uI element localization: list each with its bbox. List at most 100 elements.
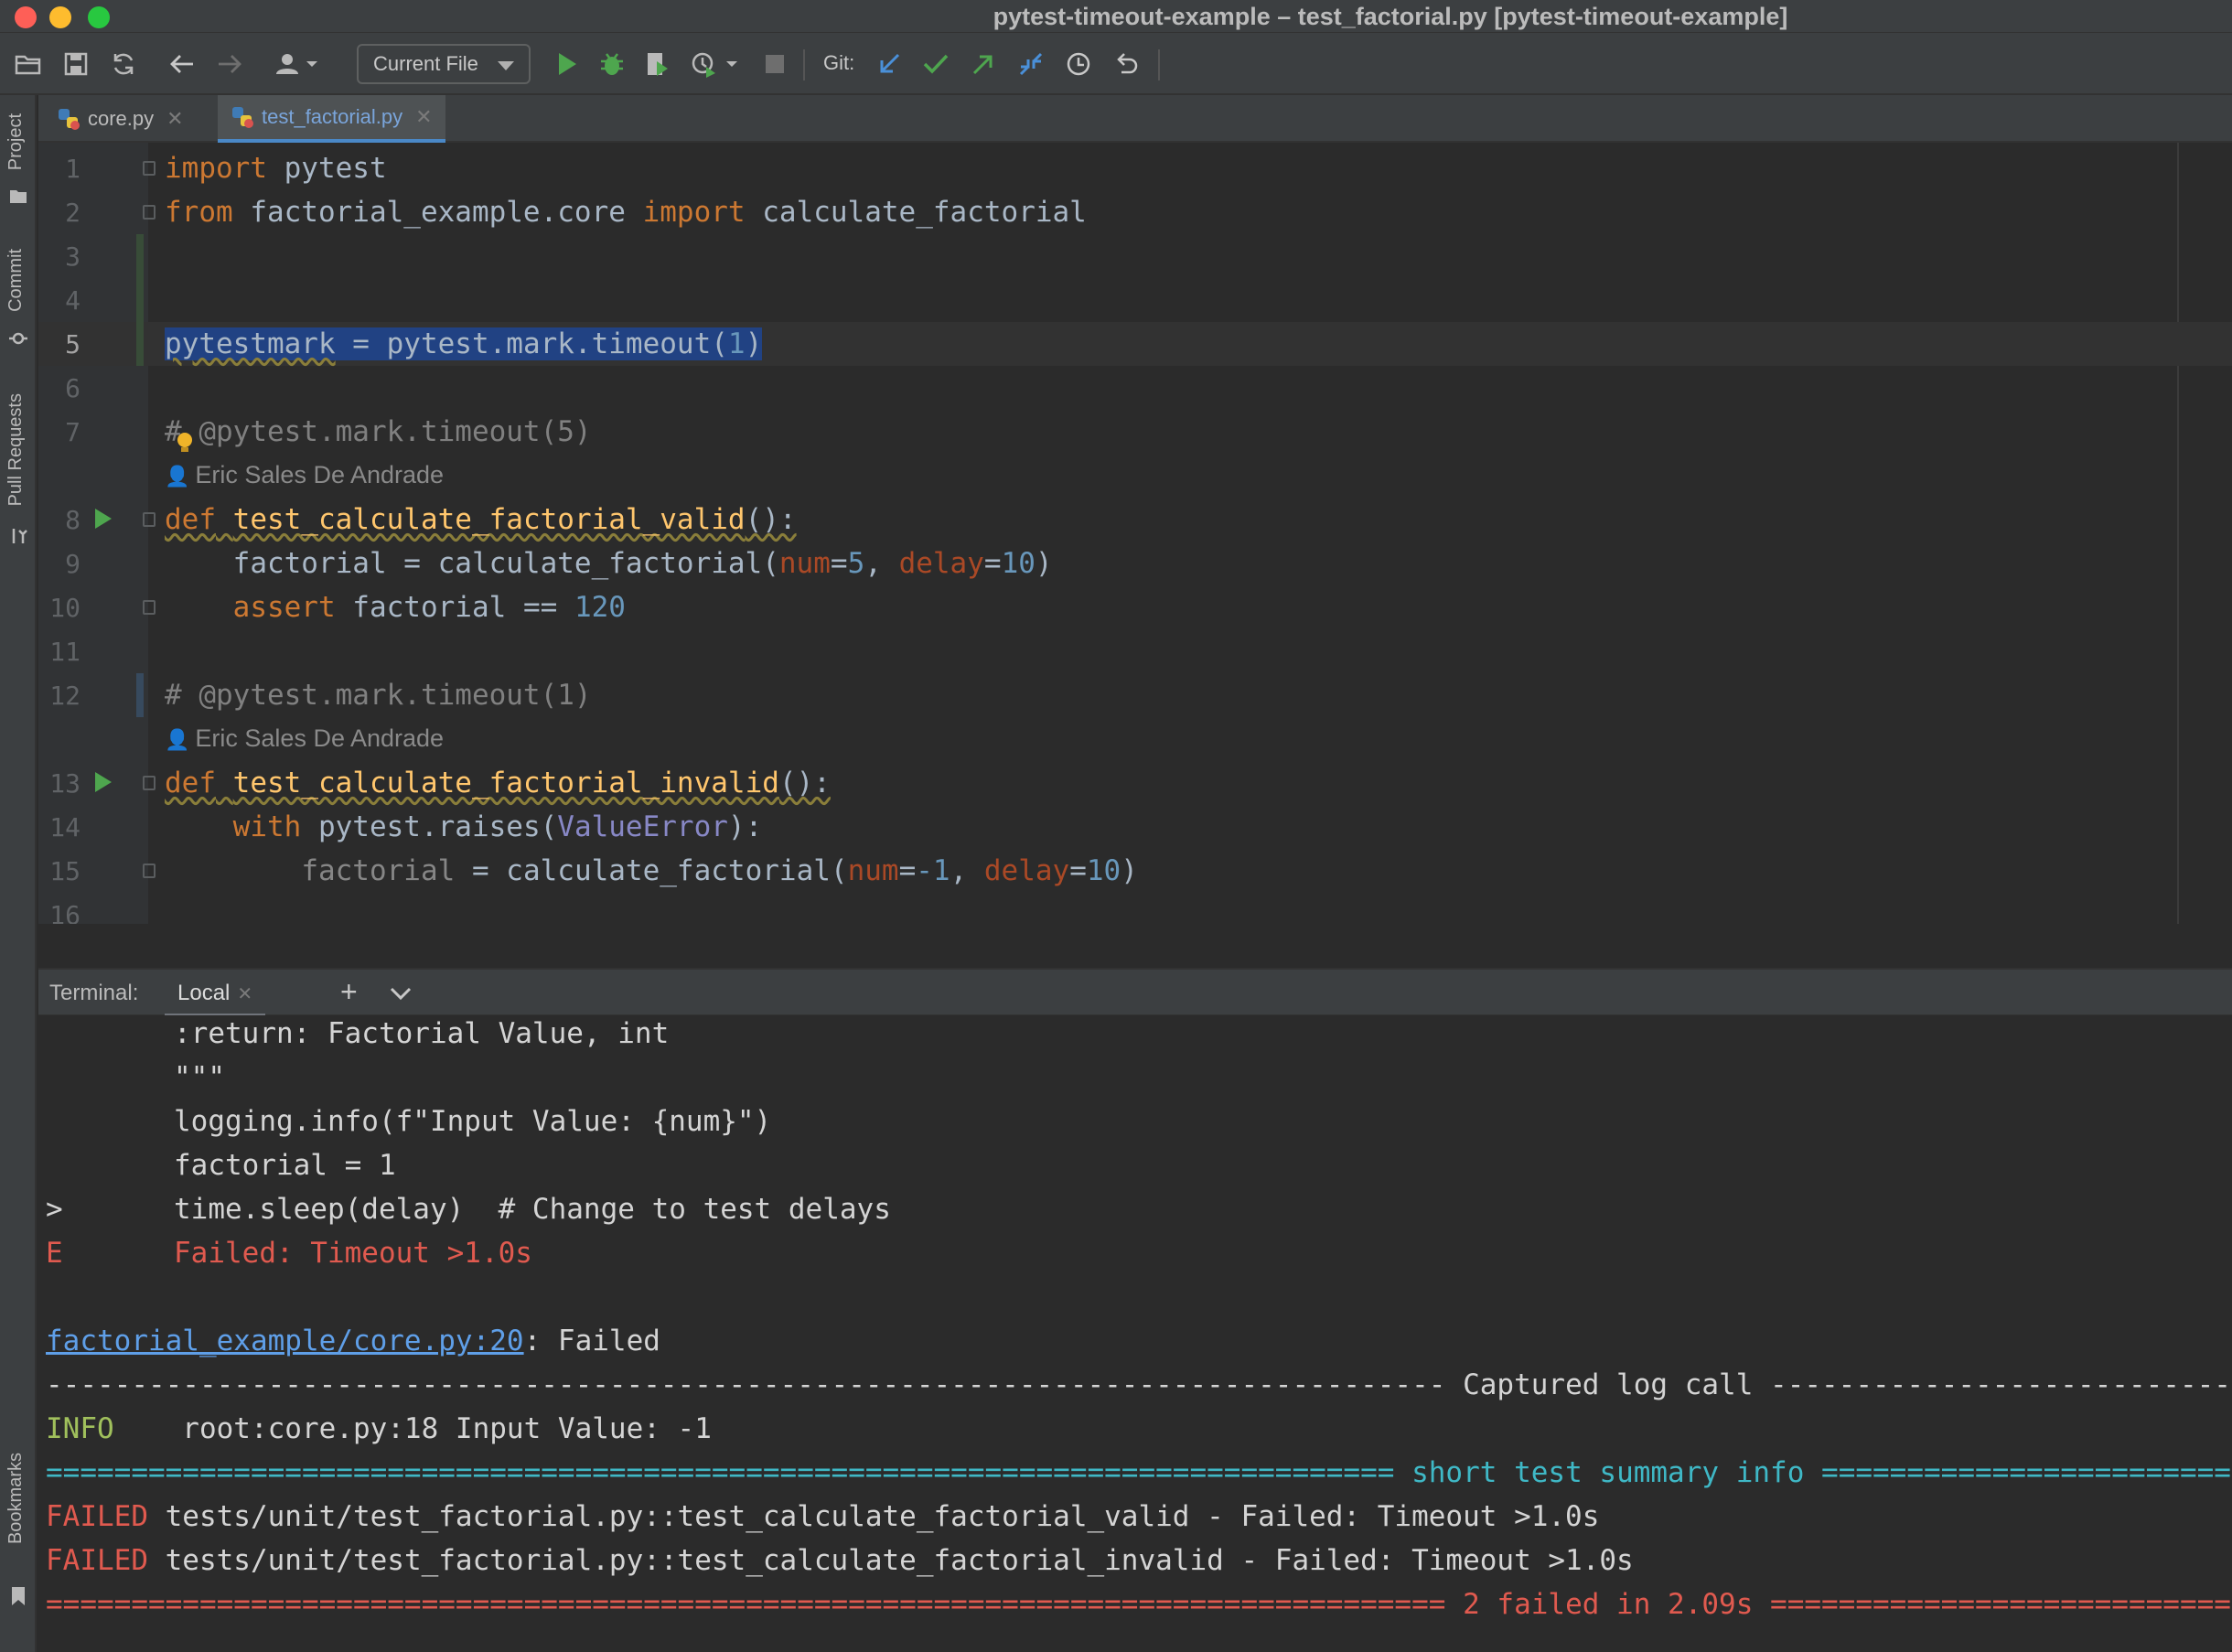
code-line: 10 assert factorial == 120 — [38, 585, 2232, 629]
terminal-text: : Failed — [523, 1325, 660, 1357]
code-comment: # @pytest.mark.timeout(1) — [165, 679, 592, 712]
chevron-down-icon[interactable] — [390, 986, 412, 1001]
run-configuration-select[interactable]: Current File — [357, 44, 531, 84]
summary-separator: ========================================… — [46, 1456, 2232, 1489]
author-hint[interactable]: 👤 Eric Sales De Andrade — [165, 724, 444, 753]
code-line: 6 — [38, 366, 2232, 410]
fold-marker-icon[interactable] — [143, 161, 156, 176]
terminal-line: :return: Factorial Value, int — [46, 1017, 669, 1050]
terminal-text: 2 failed in 2.09s — [1445, 1588, 1771, 1621]
sync-icon[interactable] — [108, 48, 139, 80]
coverage-icon[interactable] — [642, 48, 673, 80]
code-token: calculate_factorial — [745, 196, 1087, 229]
pull-request-icon — [9, 527, 27, 545]
code-token: ) — [1035, 547, 1053, 580]
project-tool-tab[interactable]: Project — [5, 113, 27, 170]
history-icon[interactable] — [1063, 48, 1094, 80]
code-token: with — [165, 810, 302, 843]
save-all-icon[interactable] — [60, 48, 91, 80]
terminal-text: root:core.py:18 Input Value: -1 — [113, 1412, 712, 1445]
code-token: 10 — [1001, 547, 1036, 580]
code-token: factorial = calculate_factorial( — [165, 547, 779, 580]
code-token: 5 — [847, 547, 865, 580]
code-token: = — [983, 547, 1002, 580]
code-token: pytest — [266, 152, 387, 185]
terminal-text: factorial = 1 — [174, 1149, 396, 1182]
fold-marker-icon[interactable] — [143, 600, 156, 615]
user-dropdown-icon[interactable] — [273, 48, 324, 80]
code-editor[interactable]: 1 import pytest 2 from factorial_example… — [38, 143, 2232, 924]
close-tab-icon[interactable]: ✕ — [166, 107, 183, 131]
close-tab-icon[interactable]: ✕ — [415, 105, 432, 129]
code-line-current: 5 pytestmark = pytest.mark.timeout(1) — [38, 322, 2232, 366]
debug-icon[interactable] — [596, 48, 628, 80]
code-token: factorial_example.core — [232, 196, 643, 229]
line-number: 3 — [65, 241, 80, 272]
code-token: def — [165, 503, 216, 536]
git-merge-icon[interactable] — [1015, 48, 1046, 80]
forward-arrow-icon[interactable] — [214, 48, 245, 80]
terminal-line: logging.info(f"Input Value: {num}") — [46, 1105, 771, 1138]
code-token: num — [847, 854, 899, 887]
code-line: 1 import pytest — [38, 146, 2232, 190]
commit-tool-tab[interactable]: Commit — [5, 249, 27, 312]
close-tab-icon[interactable]: ✕ — [237, 984, 252, 1004]
code-token: = pytest.mark.timeout( — [335, 327, 728, 360]
terminal-output[interactable]: :return: Factorial Value, int """ loggin… — [38, 1015, 2232, 1652]
profile-dropdown-icon[interactable] — [688, 48, 743, 80]
source-file-link[interactable]: factorial_example/core.py:20 — [46, 1325, 524, 1357]
code-token: = — [1069, 854, 1087, 887]
line-number: 7 — [65, 417, 80, 447]
tab-core-py[interactable]: core.py ✕ — [57, 95, 184, 143]
line-number: 6 — [65, 373, 80, 403]
toolbar-separator — [803, 49, 805, 80]
code-token: import — [165, 152, 267, 185]
terminal-line-error: E Failed: Timeout >1.0s — [46, 1237, 532, 1270]
code-token: test_calculate_factorial_valid — [232, 503, 746, 536]
back-arrow-icon[interactable] — [166, 48, 198, 80]
fold-marker-icon[interactable] — [143, 864, 156, 878]
code-token: , — [864, 547, 899, 580]
run-test-gutter-icon[interactable] — [95, 772, 112, 792]
terminal-text: short test summary info — [1394, 1456, 1822, 1489]
vcs-change-marker[interactable] — [136, 673, 144, 717]
terminal-tab-local[interactable]: Local ✕ — [165, 970, 266, 1017]
git-update-icon[interactable] — [874, 48, 905, 80]
run-test-gutter-icon[interactable] — [95, 509, 112, 529]
code-token: 1 — [727, 327, 746, 360]
author-name: Eric Sales De Andrade — [195, 461, 445, 488]
run-icon[interactable] — [553, 48, 582, 80]
author-hint-row: 👤 Eric Sales De Andrade — [38, 454, 2232, 498]
stop-icon[interactable] — [761, 48, 789, 80]
git-push-icon[interactable] — [968, 48, 999, 80]
code-line: 8 def test_calculate_factorial_valid(): — [38, 498, 2232, 542]
fold-marker-icon[interactable] — [143, 205, 156, 220]
tab-test-factorial-py[interactable]: test_factorial.py ✕ — [218, 95, 445, 143]
fail-tag: FAILED — [46, 1544, 148, 1577]
vcs-change-marker[interactable] — [136, 278, 144, 322]
terminal-text: logging.info(f"Input Value: {num}") — [174, 1105, 772, 1138]
fold-marker-icon[interactable] — [143, 512, 156, 527]
python-file-icon — [59, 109, 80, 130]
line-number: 16 — [49, 900, 80, 924]
bookmarks-tool-tab[interactable]: Bookmarks — [5, 1453, 27, 1544]
author-hint-row: 👤 Eric Sales De Andrade — [38, 717, 2232, 761]
vcs-change-marker[interactable] — [136, 234, 144, 278]
tab-label: core.py — [88, 107, 155, 130]
main-toolbar: Current File Git: — [0, 33, 2232, 95]
fold-marker-icon[interactable] — [143, 776, 156, 790]
code-token: from — [165, 196, 233, 229]
vcs-change-marker[interactable] — [136, 322, 144, 366]
code-line: 12 # @pytest.mark.timeout(1) — [38, 673, 2232, 717]
open-folder-icon[interactable] — [13, 48, 44, 80]
rollback-icon[interactable] — [1111, 48, 1142, 80]
pull-requests-tool-tab[interactable]: Pull Requests — [5, 393, 27, 506]
terminal-text: Failed: Timeout >1.0s — [174, 1237, 532, 1270]
new-terminal-icon[interactable]: + — [340, 975, 358, 1009]
git-commit-icon[interactable] — [920, 48, 951, 80]
code-token: test_calculate_factorial_invalid — [232, 767, 779, 799]
folder-icon — [9, 187, 27, 205]
author-hint[interactable]: 👤 Eric Sales De Andrade — [165, 461, 444, 489]
result-separator: ========================================… — [46, 1588, 2232, 1621]
code-line: 3 — [38, 234, 2232, 278]
